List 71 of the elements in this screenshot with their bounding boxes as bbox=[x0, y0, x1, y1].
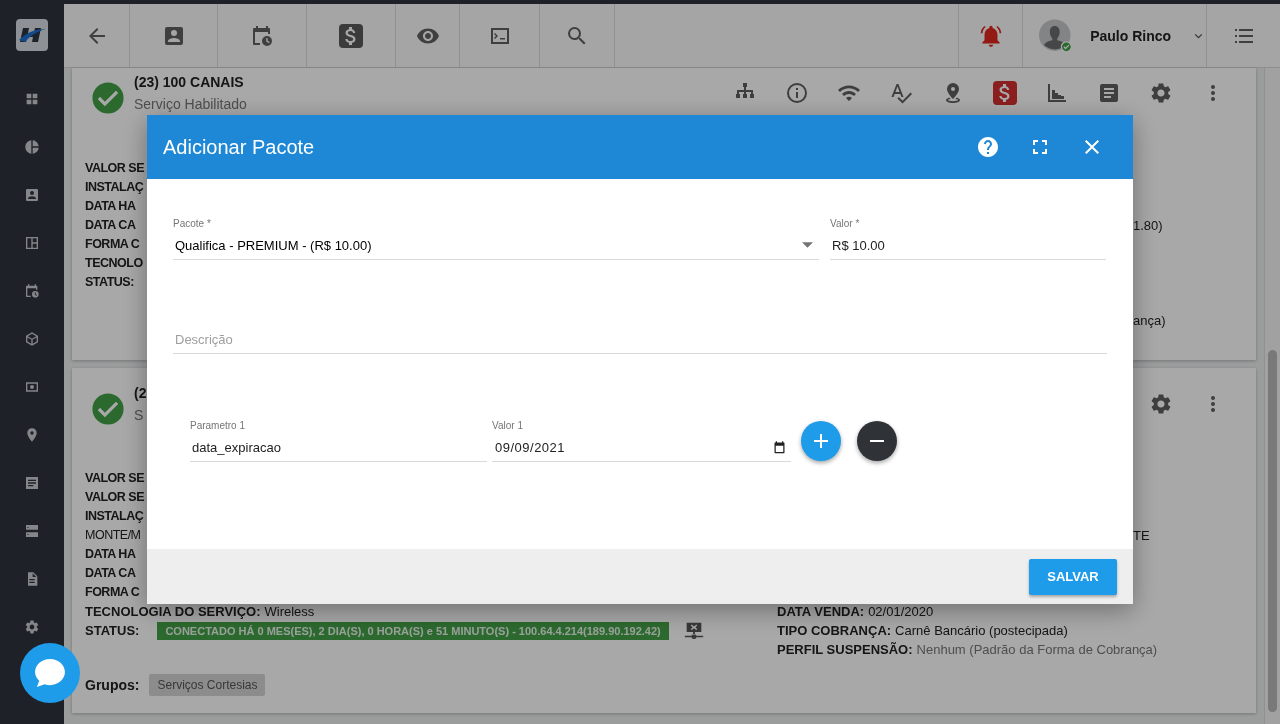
field-label: DATA HA bbox=[85, 546, 136, 563]
field-label: Valor 1 bbox=[492, 419, 524, 433]
dollar-icon[interactable] bbox=[993, 81, 1017, 105]
field-label: DATA VENDA: bbox=[777, 603, 865, 621]
scrollbar-thumb[interactable] bbox=[1268, 350, 1277, 712]
field-value: 02/01/2020 bbox=[868, 603, 934, 621]
package-dropdown[interactable]: Qualifica - PREMIUM - (R$ 10.00) bbox=[173, 231, 819, 260]
field-label: PERFIL SUSPENSÃO: bbox=[777, 641, 913, 659]
field-value: Wireless bbox=[264, 603, 315, 621]
location-pin-icon[interactable] bbox=[24, 427, 40, 443]
field-label: Valor * bbox=[830, 217, 861, 231]
add-button[interactable] bbox=[801, 420, 841, 461]
minus-icon bbox=[870, 439, 884, 442]
scrollbar[interactable] bbox=[1264, 68, 1280, 724]
pie-chart-icon[interactable] bbox=[24, 139, 40, 155]
service-title: (2 bbox=[134, 383, 147, 403]
field-label: DATA HA bbox=[85, 197, 136, 215]
calendar-clock-icon[interactable] bbox=[24, 283, 40, 299]
cube-icon[interactable] bbox=[24, 331, 40, 347]
help-icon[interactable] bbox=[976, 135, 1000, 159]
field-value: MONTE/M bbox=[85, 527, 141, 544]
remove-button[interactable] bbox=[857, 420, 897, 461]
field-label: STATUS: bbox=[85, 622, 140, 640]
list-document-icon[interactable] bbox=[24, 475, 40, 491]
settings-icon[interactable] bbox=[1149, 81, 1173, 105]
dialog-title: Adicionar Pacote bbox=[163, 135, 315, 159]
groups-label: Grupos: bbox=[85, 677, 140, 693]
field-label: DATA CA bbox=[85, 216, 136, 234]
field-label: FORMA C bbox=[85, 584, 140, 601]
service-status: S bbox=[134, 405, 145, 425]
dashboard-icon[interactable] bbox=[24, 91, 40, 107]
field-label: INSTALAÇ bbox=[85, 178, 144, 196]
field-value: Carnê Bancário (postecipada) bbox=[895, 622, 1068, 640]
field-label: TIPO COBRANÇA: bbox=[777, 622, 892, 640]
group-tag: Serviços Cortesias bbox=[149, 674, 266, 696]
settings-icon[interactable] bbox=[24, 619, 40, 635]
field-label: TECNOLOGIA DO SERVIÇO: bbox=[85, 603, 261, 621]
bar-chart-icon[interactable] bbox=[1045, 81, 1069, 105]
field-value: TE bbox=[1133, 527, 1150, 545]
field-label: INSTALAÇ bbox=[85, 508, 144, 525]
chat-bubble-icon bbox=[35, 659, 65, 687]
spellcheck-icon[interactable] bbox=[889, 81, 913, 105]
service-status: Serviço Habilitado bbox=[134, 95, 247, 114]
field-label: Pacote * bbox=[173, 217, 212, 231]
field-label: STATUS: bbox=[85, 273, 134, 291]
logo[interactable] bbox=[16, 19, 48, 51]
contact-card-icon[interactable] bbox=[24, 187, 40, 203]
status-badge: CONECTADO HÁ 0 MES(ES), 2 DIA(S), 0 HORA(S) e 51 MINUTO(S) - 100.64.4.214(189.90.192.42) bbox=[157, 621, 669, 640]
plus-icon bbox=[814, 433, 828, 448]
service-title: (23) 100 CANAIS bbox=[134, 73, 245, 92]
field-label: DATA CA bbox=[85, 565, 136, 582]
field-label: TECNOLO bbox=[85, 254, 143, 272]
field-label: VALOR SE bbox=[85, 489, 144, 506]
field-value: Nenhum (Padrão da Forma de Cobrança) bbox=[916, 641, 1158, 659]
settings-icon[interactable] bbox=[1149, 391, 1173, 416]
field-label: Parametro 1 bbox=[190, 419, 247, 433]
dollar-icon[interactable] bbox=[339, 23, 363, 48]
field-value: 1.80) bbox=[1133, 216, 1163, 235]
document-icon[interactable] bbox=[1097, 81, 1121, 105]
user-name[interactable]: Paulo Rinco bbox=[1090, 27, 1174, 44]
board-icon[interactable] bbox=[24, 235, 40, 251]
calendar-clock-icon[interactable] bbox=[250, 23, 274, 48]
calendar-icon[interactable] bbox=[772, 440, 787, 455]
money-icon[interactable] bbox=[24, 379, 40, 395]
server-icon[interactable] bbox=[24, 523, 40, 539]
field-label: FORMA C bbox=[85, 235, 140, 253]
caret-icon bbox=[802, 242, 813, 248]
info-icon[interactable] bbox=[785, 81, 809, 105]
field-value: ança) bbox=[1133, 311, 1166, 330]
field-label: VALOR SE bbox=[85, 470, 144, 487]
field-label: VALOR SE bbox=[85, 159, 144, 177]
